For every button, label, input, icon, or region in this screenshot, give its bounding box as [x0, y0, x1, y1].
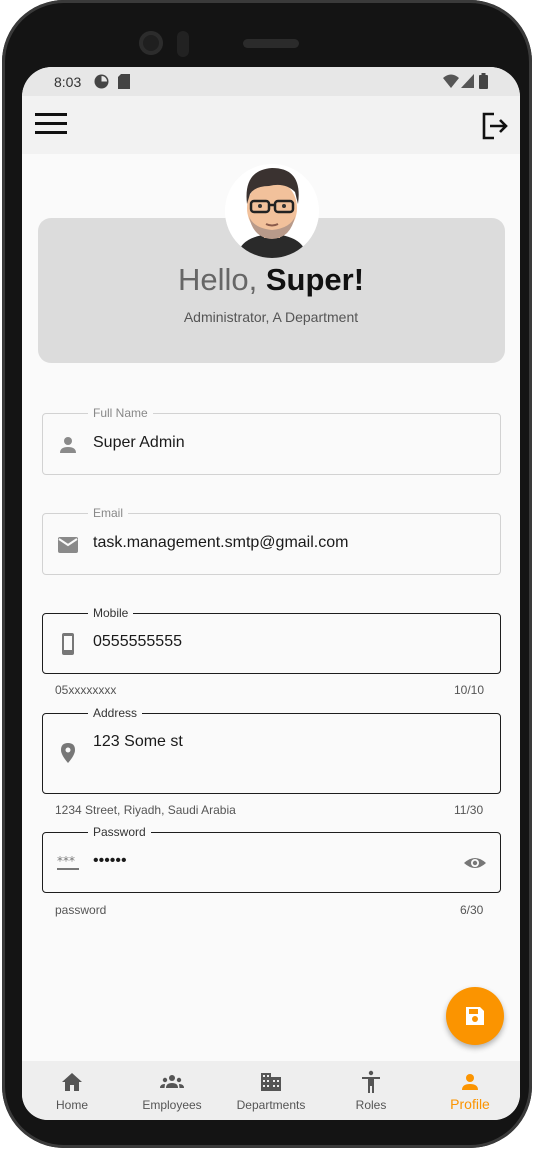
nav-item-home[interactable]: Home: [22, 1061, 122, 1120]
sd-card-icon: [118, 74, 130, 89]
status-time: 8:03: [54, 74, 82, 90]
groups-icon: [160, 1075, 184, 1088]
person-icon: [60, 437, 76, 453]
accessibility-icon: [362, 1070, 380, 1093]
mobile-field[interactable]: Mobile 0555555555: [42, 605, 501, 674]
app-bar: [22, 96, 520, 154]
visibility-toggle-icon[interactable]: [463, 851, 487, 875]
nav-label-employees: Employees: [142, 1098, 202, 1112]
full-name-field[interactable]: Full Name Super Admin: [42, 405, 501, 475]
svg-text:***: ***: [57, 854, 75, 868]
password-value[interactable]: ••••••: [93, 852, 127, 870]
earpiece-speaker: [243, 39, 299, 48]
nav-label-roles: Roles: [355, 1098, 387, 1112]
address-value[interactable]: 123 Some st: [93, 733, 183, 751]
save-button[interactable]: [446, 987, 504, 1045]
bottom-navigation: Home Employees Departments Roles Profile: [22, 1061, 520, 1120]
menu-icon-bar: [35, 122, 67, 125]
home-icon: [62, 1073, 82, 1091]
address-label: Address: [88, 705, 143, 721]
status-bar: 8:03: [22, 67, 520, 96]
email-field[interactable]: Email task.management.smtp@gmail.com: [42, 505, 501, 575]
password-icon: ***: [57, 854, 79, 870]
building-icon: [261, 1073, 281, 1091]
full-name-value[interactable]: Super Admin: [93, 434, 185, 452]
email-label: Email: [88, 505, 129, 521]
mobile-helper: 05xxxxxxxx: [55, 683, 117, 697]
email-value[interactable]: task.management.smtp@gmail.com: [93, 534, 348, 552]
mobile-counter: 10/10: [454, 683, 485, 697]
user-role-department: Administrator, A Department: [183, 309, 359, 325]
password-helper: password: [55, 903, 107, 917]
logout-icon[interactable]: [480, 111, 510, 141]
front-camera: [139, 31, 163, 55]
avatar-illustration: [225, 164, 319, 258]
location-icon: [61, 743, 75, 763]
greeting: Hello, Super!: [22, 262, 520, 298]
menu-button[interactable]: [35, 113, 67, 137]
nav-item-departments[interactable]: Departments: [221, 1061, 321, 1120]
password-label: Password: [88, 824, 151, 840]
nav-item-roles[interactable]: Roles: [321, 1061, 421, 1120]
mobile-value[interactable]: 0555555555: [93, 633, 182, 651]
nav-label-departments: Departments: [236, 1098, 306, 1112]
person-icon: [462, 1074, 478, 1090]
greeting-prefix: Hello,: [177, 262, 266, 297]
menu-icon-bar: [35, 131, 67, 134]
phone-frame: 8:03 Hello, Super! Administrator, A Depa…: [2, 0, 532, 1148]
user-first-name: Super!: [265, 262, 365, 297]
sensor: [177, 31, 189, 57]
nav-label-home: Home: [55, 1098, 88, 1112]
full-name-label: Full Name: [88, 405, 153, 421]
password-field[interactable]: Password *** ••••••: [42, 824, 501, 893]
address-helper: 1234 Street, Riyadh, Saudi Arabia: [55, 803, 236, 817]
menu-icon: [35, 113, 67, 116]
nav-item-profile[interactable]: Profile: [420, 1061, 520, 1120]
screen: 8:03 Hello, Super! Administrator, A Depa…: [22, 67, 520, 1120]
phone-icon: [62, 633, 74, 655]
address-counter: 11/30: [454, 803, 484, 817]
signal-icon: [461, 74, 474, 88]
address-field[interactable]: Address 123 Some st: [42, 705, 501, 794]
notification-app-icon: [94, 74, 109, 89]
battery-icon: [479, 73, 488, 89]
mobile-label: Mobile: [88, 605, 134, 621]
mail-icon: [58, 537, 78, 553]
nav-label-profile: Profile: [450, 1096, 490, 1112]
save-icon: [466, 1007, 484, 1025]
avatar[interactable]: [225, 164, 319, 258]
wifi-icon: [443, 74, 459, 88]
password-counter: 6/30: [460, 903, 484, 917]
nav-item-employees[interactable]: Employees: [122, 1061, 222, 1120]
